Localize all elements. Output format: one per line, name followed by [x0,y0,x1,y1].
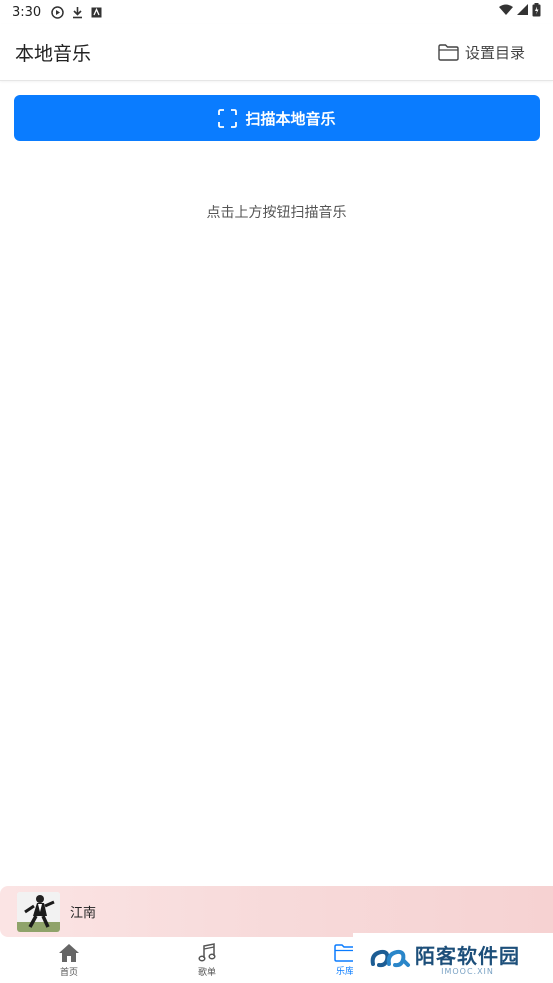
nav-label-home: 首页 [59,967,78,978]
mini-player[interactable]: 江南 [0,886,553,937]
nav-label-playlist: 歌单 [197,967,216,978]
status-time: 3:30 [12,4,42,20]
nav-label-library: 乐库 [335,966,354,977]
watermark-title: 陌客软件园 [415,944,520,968]
battery-icon [532,3,541,17]
set-directory-button[interactable]: 设置目录 [438,42,538,63]
status-left-icons [51,5,102,19]
download-icon [73,6,83,18]
watermark-logo-icon [370,949,410,968]
app-bar: 本地音乐 设置目录 [0,24,553,81]
folder-icon [438,43,459,61]
album-cover[interactable] [17,891,60,932]
status-bar: 3:30 [0,0,553,24]
now-playing-title: 江南 [70,906,97,921]
music-note-icon [198,942,216,961]
set-directory-label: 设置目录 [464,43,525,62]
home-icon [59,943,79,962]
app-notification-icon [91,7,102,17]
scan-button-label: 扫描本地音乐 [245,109,336,128]
signal-icon [517,4,528,15]
empty-hint: 点击上方按钮扫描音乐 [206,205,347,221]
page-title: 本地音乐 [15,42,92,65]
play-circle-icon [51,5,64,19]
nav-item-playlist[interactable]: 歌单 [138,937,276,983]
scan-icon [218,108,238,128]
scan-local-music-button[interactable]: 扫描本地音乐 [14,95,540,141]
wifi-icon [499,4,513,15]
watermark-subtitle: IMOOC.XIN [441,967,494,976]
nav-item-home[interactable]: 首页 [0,937,138,983]
status-right-icons [499,3,541,17]
watermark: 陌客软件园 IMOOC.XIN [353,933,553,983]
